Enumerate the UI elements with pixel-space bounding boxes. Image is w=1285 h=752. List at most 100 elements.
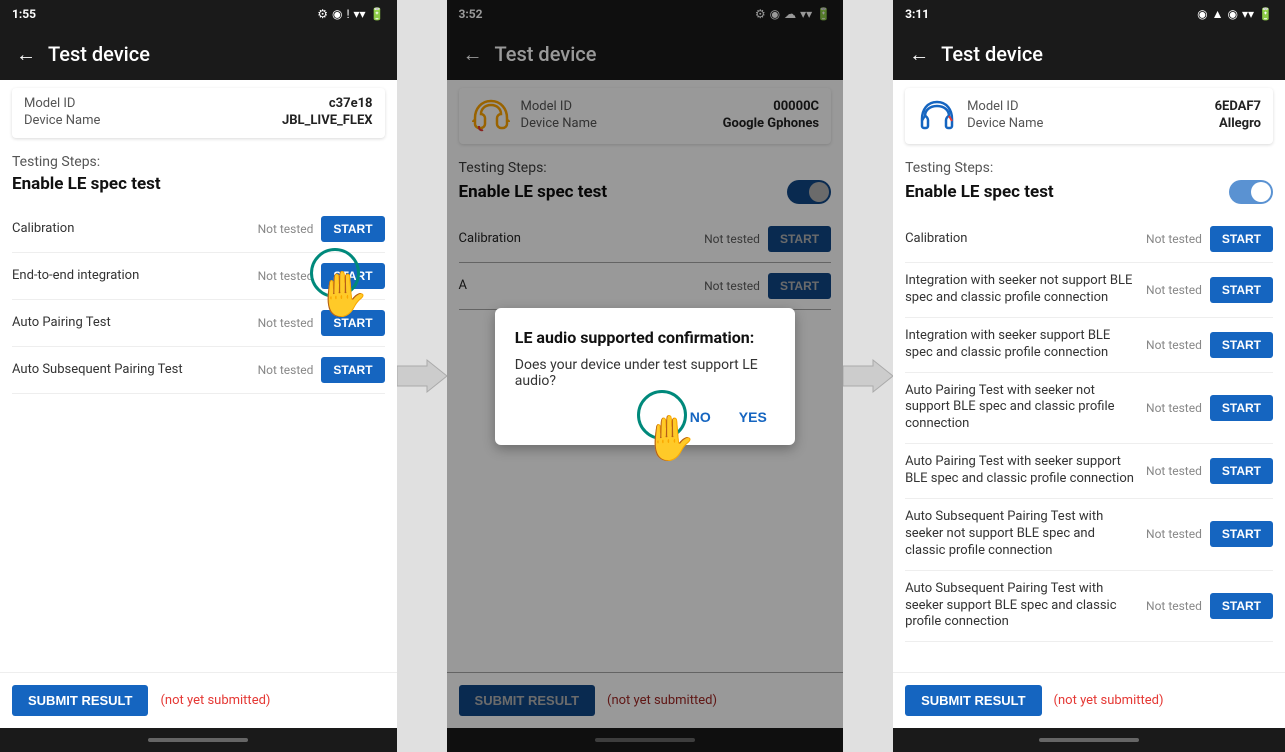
device-card-3: Model ID 6EDAF7 Device Name Allegro: [905, 88, 1273, 144]
test-status-ap-not-3: Not tested: [1137, 401, 1202, 415]
dialog-body: Does your device under test support LE a…: [515, 357, 775, 389]
enable-le-title-1: Enable LE spec test: [12, 174, 161, 194]
submit-row-3: SUBMIT RESULT (not yet submitted): [893, 672, 1285, 728]
test-status-e2e-1: Not tested: [248, 269, 313, 283]
model-id-label-1: Model ID: [24, 96, 75, 111]
home-indicator-3: [893, 728, 1285, 752]
test-status-int-not-3: Not tested: [1137, 283, 1202, 297]
start-btn-int-not-3[interactable]: START: [1210, 277, 1273, 303]
test-status-calibration-1: Not tested: [248, 222, 313, 236]
start-btn-int-sup-3[interactable]: START: [1210, 332, 1273, 358]
test-label-int-not-3: Integration with seeker not support BLE …: [905, 273, 1137, 307]
toggle-knob-3: [1251, 182, 1271, 202]
test-label-ap-sup-3: Auto Pairing Test with seeker support BL…: [905, 454, 1137, 488]
start-btn-e2e-1[interactable]: START: [321, 263, 384, 289]
device-name-value-3: Allegro: [1219, 116, 1261, 131]
enable-le-row-3: Enable LE spec test: [905, 180, 1273, 204]
test-label-cal-3: Calibration: [905, 231, 1137, 248]
not-submitted-1: (not yet submitted): [160, 693, 270, 708]
test-label-int-sup-3: Integration with seeker support BLE spec…: [905, 328, 1137, 362]
page-title-3: Test device: [941, 42, 1043, 66]
section-3: Testing Steps: Enable LE spec test Calib…: [893, 152, 1285, 672]
dialog-buttons: NO YES: [515, 405, 775, 429]
start-btn-ap-not-3[interactable]: START: [1210, 395, 1273, 421]
flow-arrow-1: [397, 0, 447, 752]
circle-icon: ◉: [332, 7, 342, 21]
dialog-yes-button[interactable]: YES: [731, 405, 775, 429]
test-row-auto-subsequent-1: Auto Subsequent Pairing Test Not tested …: [12, 347, 385, 394]
screen-3: 3:11 ◉ ▲ ◉ ▾▾ 🔋 ← Test device Model ID 6…: [893, 0, 1285, 752]
section-1: Testing Steps: Enable LE spec test Calib…: [0, 146, 397, 672]
test-label-asp-sup-3: Auto Subsequent Pairing Test with seeker…: [905, 581, 1137, 632]
test-status-ap-sup-3: Not tested: [1137, 464, 1202, 478]
test-row-calibration-1: Calibration Not tested START: [12, 206, 385, 253]
top-bar-1: ← Test device: [0, 28, 397, 80]
device-name-row-1: Device Name JBL_LIVE_FLEX: [24, 113, 373, 128]
test-status-asp-sup-3: Not tested: [1137, 599, 1202, 613]
device-name-label-3: Device Name: [967, 116, 1043, 131]
testing-steps-label-1: Testing Steps:: [12, 154, 385, 170]
battery-icon-3: 🔋: [1258, 7, 1273, 21]
triangle-icon: ▲: [1212, 7, 1224, 21]
screen-1: 1:55 ⚙ ◉ ! ▾▾ 🔋 ← Test device Model ID c…: [0, 0, 397, 752]
home-indicator-1: [0, 728, 397, 752]
dialog-no-button[interactable]: NO: [682, 405, 719, 429]
battery-icon: 🔋: [370, 7, 385, 21]
model-id-row-1: Model ID c37e18: [24, 96, 373, 111]
test-label-e2e-1: End-to-end integration: [12, 268, 248, 285]
test-row-cal-3: Calibration Not tested START: [905, 216, 1273, 263]
home-bar-1: [148, 738, 248, 742]
start-btn-asp-not-3[interactable]: START: [1210, 521, 1273, 547]
model-id-value-3: 6EDAF7: [1215, 99, 1261, 114]
testing-steps-label-3: Testing Steps:: [905, 160, 1273, 176]
test-label-auto-subsequent-1: Auto Subsequent Pairing Test: [12, 362, 248, 379]
test-label-asp-not-3: Auto Subsequent Pairing Test with seeker…: [905, 509, 1137, 560]
top-bar-3: ← Test device: [893, 28, 1285, 80]
start-btn-calibration-1[interactable]: START: [321, 216, 384, 242]
dialog-box: LE audio supported confirmation: Does yo…: [495, 308, 795, 445]
device-card-1: Model ID c37e18 Device Name JBL_LIVE_FLE…: [12, 88, 385, 138]
test-label-calibration-1: Calibration: [12, 221, 248, 238]
enable-le-title-3: Enable LE spec test: [905, 182, 1054, 202]
device-name-value-1: JBL_LIVE_FLEX: [282, 113, 373, 128]
test-status-cal-3: Not tested: [1137, 232, 1202, 246]
signal-icon: ◉: [1228, 7, 1238, 21]
test-status-auto-pairing-1: Not tested: [248, 316, 313, 330]
submit-row-1: SUBMIT RESULT (not yet submitted): [0, 672, 397, 728]
test-label-ap-not-3: Auto Pairing Test with seeker not suppor…: [905, 383, 1137, 434]
settings-icon: ⚙: [317, 7, 328, 21]
dialog-title: LE audio supported confirmation:: [515, 328, 775, 347]
device-info-1: Model ID c37e18 Device Name JBL_LIVE_FLE…: [24, 96, 373, 130]
allegro-icon: [917, 96, 957, 136]
submit-button-1[interactable]: SUBMIT RESULT: [12, 685, 148, 716]
dialog-overlay: LE audio supported confirmation: Does yo…: [447, 0, 844, 752]
test-row-int-not-3: Integration with seeker not support BLE …: [905, 263, 1273, 318]
test-row-asp-sup-3: Auto Subsequent Pairing Test with seeker…: [905, 571, 1273, 643]
start-btn-asp-sup-3[interactable]: START: [1210, 593, 1273, 619]
submit-button-3[interactable]: SUBMIT RESULT: [905, 685, 1041, 716]
start-btn-auto-subsequent-1[interactable]: START: [321, 357, 384, 383]
time-3: 3:11: [905, 7, 929, 21]
screen-2: 3:52 ⚙ ◉ ☁ ▾▾ 🔋 ← Test device Model ID 0…: [447, 0, 844, 752]
test-row-e2e-1: End-to-end integration Not tested START: [12, 253, 385, 300]
test-row-ap-sup-3: Auto Pairing Test with seeker support BL…: [905, 444, 1273, 499]
circle-icon-3: ◉: [1197, 7, 1207, 21]
test-label-auto-pairing-1: Auto Pairing Test: [12, 315, 248, 332]
toggle-3[interactable]: [1229, 180, 1273, 204]
not-submitted-3: (not yet submitted): [1054, 693, 1164, 708]
home-bar-3: [1039, 738, 1139, 742]
back-button-1[interactable]: ←: [16, 42, 36, 67]
test-row-auto-pairing-1: Auto Pairing Test Not tested START: [12, 300, 385, 347]
test-row-int-sup-3: Integration with seeker support BLE spec…: [905, 318, 1273, 373]
wifi-icon-3: ▾▾: [1242, 7, 1254, 21]
status-icons-3: ◉ ▲ ◉ ▾▾ 🔋: [1197, 7, 1273, 21]
back-button-3[interactable]: ←: [909, 42, 929, 67]
model-id-row-3: Model ID 6EDAF7: [967, 99, 1261, 114]
model-id-value-1: c37e18: [329, 96, 373, 111]
device-name-label-1: Device Name: [24, 113, 100, 128]
start-btn-ap-sup-3[interactable]: START: [1210, 458, 1273, 484]
start-btn-cal-3[interactable]: START: [1210, 226, 1273, 252]
test-status-asp-not-3: Not tested: [1137, 527, 1202, 541]
test-status-auto-subsequent-1: Not tested: [248, 363, 313, 377]
start-btn-auto-pairing-1[interactable]: START: [321, 310, 384, 336]
